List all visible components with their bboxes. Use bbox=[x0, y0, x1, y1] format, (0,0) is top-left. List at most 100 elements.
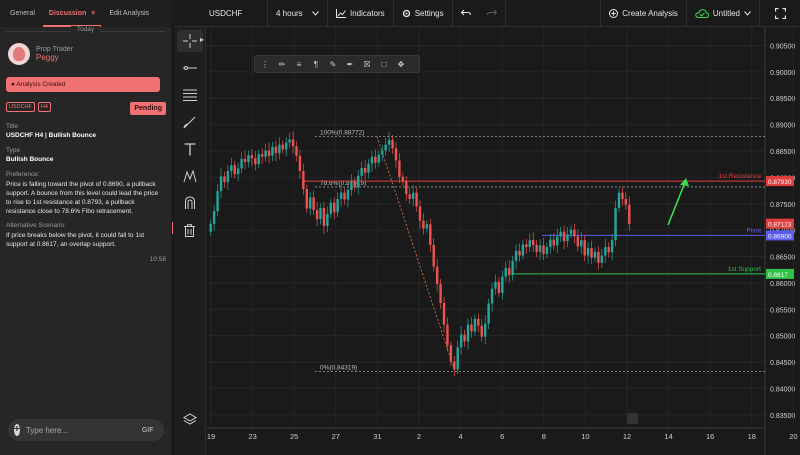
candle-body bbox=[521, 244, 525, 256]
undo-button[interactable] bbox=[453, 0, 479, 27]
save-state-label: Untitled bbox=[712, 8, 740, 18]
message-input[interactable] bbox=[25, 425, 136, 435]
level-name-label: 1st Resistance bbox=[718, 173, 761, 180]
tab-discussion-label: Discussion bbox=[48, 10, 87, 17]
candle-body bbox=[353, 181, 357, 188]
candle-body bbox=[278, 144, 281, 154]
tool-pattern[interactable] bbox=[177, 165, 203, 187]
candle-body bbox=[497, 281, 501, 293]
symbol-selector[interactable]: USDCHF bbox=[174, 0, 268, 27]
candle-body bbox=[257, 154, 260, 165]
line-style-icon[interactable]: ≡ bbox=[292, 57, 306, 71]
fill-icon[interactable]: ✎ bbox=[326, 57, 340, 71]
interval-dropdown[interactable]: 4 hours bbox=[268, 0, 328, 27]
avatar[interactable] bbox=[8, 43, 30, 65]
redo-button[interactable] bbox=[479, 0, 506, 27]
candle-body bbox=[243, 158, 247, 163]
candle-body bbox=[346, 190, 350, 200]
title-label: Title bbox=[6, 123, 19, 130]
candle-body bbox=[216, 191, 219, 212]
line-color-icon[interactable]: ✏ bbox=[275, 57, 289, 71]
candle-body bbox=[267, 150, 271, 156]
text-icon bbox=[184, 142, 195, 155]
candle-body bbox=[370, 156, 374, 164]
y-tick-label: 0.89500 bbox=[770, 96, 795, 103]
level-name-label: 1st Support bbox=[728, 266, 761, 273]
tab-discussion[interactable]: Discussion × bbox=[42, 0, 102, 27]
gif-button[interactable]: GIF bbox=[142, 427, 154, 434]
tool-layers[interactable] bbox=[177, 408, 203, 430]
candle-body bbox=[562, 231, 566, 242]
candle-body bbox=[250, 155, 254, 159]
candle-body bbox=[459, 334, 463, 348]
close-icon[interactable]: × bbox=[91, 10, 95, 17]
candle-body bbox=[309, 197, 312, 209]
create-analysis-button[interactable]: Create Analysis bbox=[601, 0, 687, 27]
save-state-dropdown[interactable]: Untitled bbox=[687, 0, 760, 27]
candle-body bbox=[302, 171, 305, 189]
tool-delete[interactable] bbox=[177, 219, 203, 241]
tool-magnet[interactable] bbox=[177, 192, 203, 214]
candle-body bbox=[490, 288, 494, 304]
tab-general[interactable]: General bbox=[4, 0, 41, 27]
candle-body bbox=[357, 175, 360, 188]
candle-body bbox=[281, 144, 284, 150]
tool-crosshair[interactable] bbox=[176, 30, 203, 52]
message-composer: + GIF bbox=[8, 419, 168, 441]
bounding-box-icon[interactable]: □ bbox=[377, 57, 391, 71]
price-chart[interactable]: 0.905000.900000.895000.890000.885000.880… bbox=[207, 27, 800, 455]
y-tick-label: 0.84000 bbox=[770, 386, 795, 393]
candle-body bbox=[384, 144, 387, 151]
status-badge: Pending bbox=[130, 102, 166, 115]
candle-body bbox=[387, 139, 391, 145]
tool-brush[interactable] bbox=[177, 111, 203, 133]
candle-body bbox=[305, 188, 308, 209]
chevron-right-icon[interactable]: ▸ bbox=[200, 35, 204, 44]
fullscreen-button[interactable] bbox=[760, 0, 800, 27]
candle-body bbox=[315, 210, 319, 220]
candle-body bbox=[236, 168, 240, 175]
candle-body bbox=[288, 139, 291, 143]
x-tick-label: 12 bbox=[623, 432, 631, 441]
add-attachment-icon[interactable]: + bbox=[14, 424, 20, 436]
object-toolbar: ⋮ ✏ ≡ ¶ ✎ ✒ ☒ □ ✥ bbox=[254, 55, 420, 73]
y-tick-label: 0.86500 bbox=[770, 255, 795, 262]
x-tick-label: 20 bbox=[789, 432, 797, 441]
candle-body bbox=[291, 139, 295, 147]
current-price-label: 0.87123 bbox=[768, 222, 792, 229]
alternative-label: Alternative Scenario: bbox=[6, 222, 66, 229]
candle-body bbox=[456, 347, 459, 370]
candle-body bbox=[247, 155, 250, 163]
tool-horizontal-line[interactable] bbox=[177, 57, 203, 79]
tool-text[interactable] bbox=[177, 138, 203, 160]
settings-button[interactable]: Settings bbox=[394, 0, 453, 27]
lightbulb-icon[interactable] bbox=[627, 413, 638, 424]
candle-body bbox=[470, 324, 473, 332]
candle-body bbox=[230, 165, 233, 172]
candle-body bbox=[494, 281, 497, 289]
symbol-badge: USDCHF bbox=[6, 102, 35, 112]
x-tick-label: 18 bbox=[748, 432, 756, 441]
indicators-button[interactable]: Indicators bbox=[328, 0, 394, 27]
drag-handle-icon[interactable]: ⋮ bbox=[258, 57, 272, 71]
tab-edit-analysis[interactable]: Edit Analysis bbox=[103, 0, 155, 27]
alternative-text: If price breaks below the pivot, it coul… bbox=[6, 232, 145, 248]
panel-tabs: General Discussion × Edit Analysis bbox=[0, 0, 171, 27]
magnet-icon bbox=[184, 196, 195, 209]
pen-icon[interactable]: ✒ bbox=[343, 57, 357, 71]
candle-body bbox=[600, 255, 604, 263]
tool-fibonacci[interactable] bbox=[177, 84, 203, 106]
candle-body bbox=[483, 323, 487, 337]
candle-body bbox=[350, 181, 353, 191]
x-tick-label: 4 bbox=[459, 432, 463, 441]
author-name[interactable]: Peggy bbox=[36, 53, 73, 62]
candle-body bbox=[233, 165, 236, 175]
candle-body bbox=[284, 142, 288, 150]
delete-object-icon[interactable]: ☒ bbox=[360, 57, 374, 71]
text-style-icon[interactable]: ¶ bbox=[309, 57, 323, 71]
type-value: Bullish Bounce bbox=[6, 156, 54, 163]
x-tick-label: 16 bbox=[706, 432, 714, 441]
candle-body bbox=[223, 176, 226, 183]
indicators-label: Indicators bbox=[350, 8, 385, 18]
more-options-icon[interactable]: ✥ bbox=[394, 57, 408, 71]
